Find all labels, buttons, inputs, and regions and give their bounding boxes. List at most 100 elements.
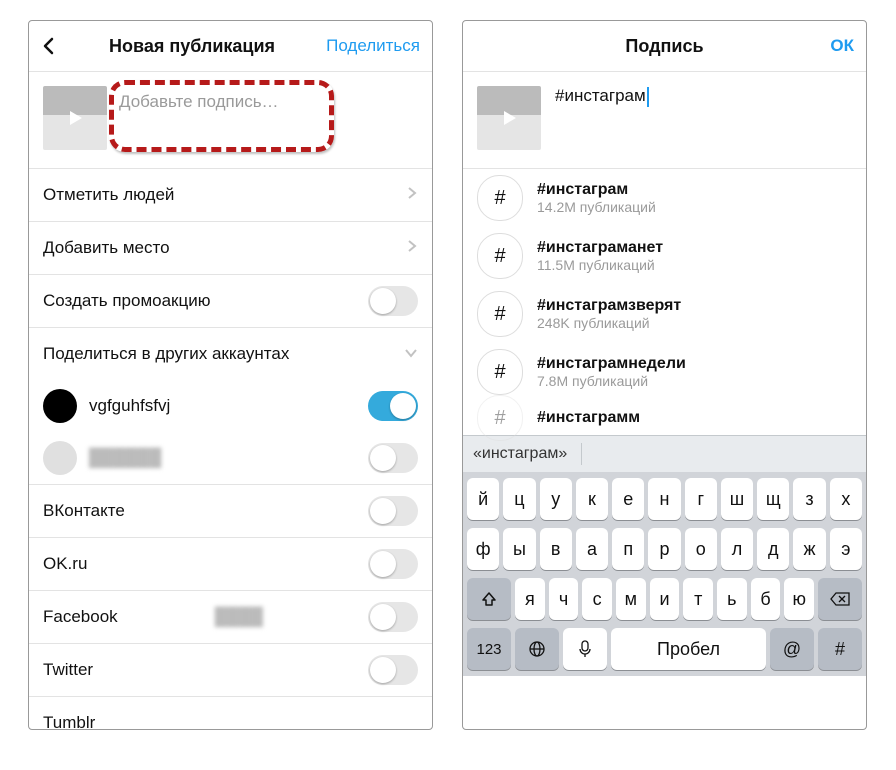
key-ы[interactable]: ы [503,528,535,570]
at-key[interactable]: @ [770,628,814,670]
caption-input[interactable]: Добавьте подпись… [115,86,418,150]
row-label: Создать промоакцию [43,291,210,311]
network-toggle[interactable] [368,602,418,632]
tag-people-row[interactable]: Отметить людей [29,168,432,221]
key-п[interactable]: п [612,528,644,570]
hashtag-name: #инстаграмнедели [537,355,686,373]
text-cursor [647,87,649,107]
network-toggle[interactable] [368,496,418,526]
network-row-facebook: Facebook ████ [29,590,432,643]
hash-key[interactable]: # [818,628,862,670]
hashtag-count: 11.5M публикаций [537,257,663,273]
shift-key[interactable] [467,578,511,620]
network-row-twitter: Twitter [29,643,432,696]
ok-button[interactable]: ОК [830,36,854,56]
key-ь[interactable]: ь [717,578,747,620]
account-row: ██████ [29,432,432,484]
key-т[interactable]: т [683,578,713,620]
caption-input[interactable]: #инстаграм [555,86,649,150]
row-label: OK.ru [43,554,87,574]
keyboard-row-2: фывапролджэ [467,528,862,570]
header-title: Подпись [463,36,866,57]
keyboard: йцукенгшщзх фывапролджэ ячсмитьбю 123 Пр… [463,472,866,676]
key-н[interactable]: н [648,478,680,520]
divider [581,443,582,465]
account-toggle[interactable] [368,443,418,473]
avatar [43,389,77,423]
keyboard-suggestion-bar: «инстаграм» [463,435,866,472]
keyboard-row-1: йцукенгшщзх [467,478,862,520]
space-key[interactable]: Пробел [611,628,766,670]
network-toggle[interactable] [368,655,418,685]
add-location-row[interactable]: Добавить место [29,221,432,274]
row-label: Tumblr [43,713,95,730]
media-thumbnail[interactable] [477,86,541,150]
hashtag-row[interactable]: # #инстаграмм [463,401,866,435]
share-other-accounts-row[interactable]: Поделиться в других аккаунтах [29,327,432,380]
key-к[interactable]: к [576,478,608,520]
numbers-key[interactable]: 123 [467,628,511,670]
key-ф[interactable]: ф [467,528,499,570]
network-toggle[interactable] [368,549,418,579]
hashtag-row[interactable]: # #инстаграмзверят248K публикаций [463,285,866,343]
key-ш[interactable]: ш [721,478,753,520]
key-я[interactable]: я [515,578,545,620]
backspace-key[interactable] [818,578,862,620]
key-д[interactable]: д [757,528,789,570]
key-ч[interactable]: ч [549,578,579,620]
new-post-screen: Новая публикация Поделиться Добавьте под… [28,20,433,730]
hashtag-name: #инстаграманет [537,239,663,257]
media-thumbnail[interactable] [43,86,107,150]
row-label: ВКонтакте [43,501,125,521]
mic-key[interactable] [563,628,607,670]
key-й[interactable]: й [467,478,499,520]
suggestion-word[interactable]: «инстаграм» [473,445,567,463]
key-у[interactable]: у [540,478,572,520]
key-х[interactable]: х [830,478,862,520]
caption-screen: Подпись ОК #инстаграм # #инстаграм14.2M … [462,20,867,730]
caption-placeholder: Добавьте подпись… [115,86,418,118]
hash-icon: # [477,349,523,395]
key-э[interactable]: э [830,528,862,570]
globe-key[interactable] [515,628,559,670]
hashtag-count: 248K публикаций [537,315,681,331]
key-р[interactable]: р [648,528,680,570]
key-а[interactable]: а [576,528,608,570]
hash-icon: # [477,291,523,337]
key-е[interactable]: е [612,478,644,520]
hashtag-row[interactable]: # #инстаграманет11.5M публикаций [463,227,866,285]
key-с[interactable]: с [582,578,612,620]
chevron-down-icon [404,344,418,364]
account-toggle[interactable] [368,391,418,421]
key-ж[interactable]: ж [793,528,825,570]
chevron-right-icon [406,185,418,205]
chevron-right-icon [406,238,418,258]
promo-toggle[interactable] [368,286,418,316]
share-button[interactable]: Поделиться [326,36,420,56]
hashtag-name: #инстаграмзверят [537,297,681,315]
hash-icon: # [477,175,523,221]
key-в[interactable]: в [540,528,572,570]
key-б[interactable]: б [751,578,781,620]
row-label: Twitter [43,660,93,680]
key-г[interactable]: г [685,478,717,520]
row-label: Добавить место [43,238,170,258]
account-name: vgfguhfsfvj [89,396,170,416]
caption-section: Добавьте подпись… [29,72,432,168]
back-button[interactable] [29,31,69,62]
hashtag-count: 7.8M публикаций [537,373,686,389]
key-з[interactable]: з [793,478,825,520]
caption-section: #инстаграм [463,72,866,168]
header: Подпись ОК [463,21,866,72]
key-щ[interactable]: щ [757,478,789,520]
key-и[interactable]: и [650,578,680,620]
hashtag-row[interactable]: # #инстаграмнедели7.8M публикаций [463,343,866,401]
hash-icon: # [477,233,523,279]
key-м[interactable]: м [616,578,646,620]
key-ю[interactable]: ю [784,578,814,620]
key-л[interactable]: л [721,528,753,570]
key-ц[interactable]: ц [503,478,535,520]
create-promo-row: Создать промоакцию [29,274,432,327]
hashtag-row[interactable]: # #инстаграм14.2M публикаций [463,169,866,227]
key-о[interactable]: о [685,528,717,570]
